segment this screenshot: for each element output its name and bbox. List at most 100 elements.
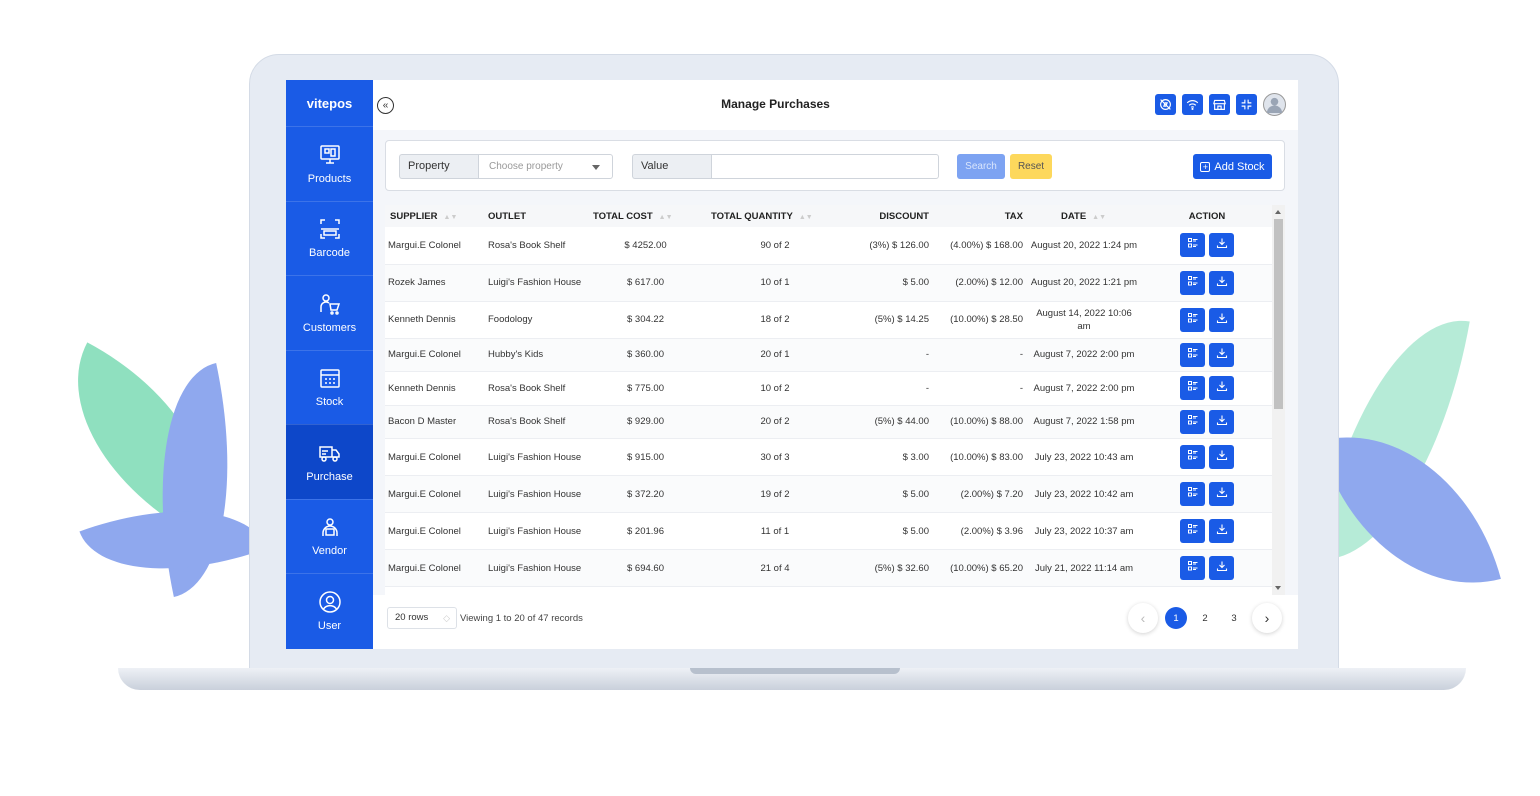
cell-total-cost: $ 617.00 <box>627 277 664 288</box>
download-button[interactable] <box>1209 270 1234 295</box>
rows-per-page-select[interactable]: 20 rows ◇ <box>387 607 457 629</box>
cell-discount: $ 5.00 <box>902 488 929 500</box>
view-details-button[interactable] <box>1180 233 1205 258</box>
cell-supplier: Rozek James <box>388 277 446 288</box>
details-list-icon <box>1187 237 1199 253</box>
cell-action <box>1142 264 1272 301</box>
cell-supplier: Margui.E Colonel <box>388 525 461 537</box>
offline-toggle-button[interactable] <box>1155 94 1176 115</box>
sidebar-item-label: Customers <box>302 321 357 334</box>
cell-total-quantity: 19 of 2 <box>760 488 790 500</box>
user-circle-icon <box>318 590 342 614</box>
view-details-button[interactable] <box>1180 270 1205 295</box>
download-button[interactable] <box>1209 445 1234 469</box>
cell-action <box>1142 372 1272 406</box>
exit-fullscreen-button[interactable] <box>1236 94 1257 115</box>
scroll-up-arrow[interactable] <box>1275 210 1281 214</box>
prev-page-button[interactable]: ‹ <box>1128 603 1158 633</box>
download-button[interactable] <box>1209 376 1234 401</box>
records-summary: Viewing 1 to 20 of 47 records <box>460 613 583 624</box>
view-details-button[interactable] <box>1180 482 1205 506</box>
sidebar-item-stock[interactable]: Stock <box>286 349 373 425</box>
download-button[interactable] <box>1209 519 1234 543</box>
download-button[interactable] <box>1209 482 1234 506</box>
store-icon <box>1213 99 1226 110</box>
view-details-button[interactable] <box>1180 409 1205 434</box>
cell-discount: $ 5.00 <box>902 277 929 288</box>
page-2-button[interactable]: 2 <box>1194 607 1216 629</box>
cell-total-cost: $ 304.22 <box>627 314 664 325</box>
header-total-quantity[interactable]: TOTAL QUANTITY ▲▼ <box>704 205 846 227</box>
user-avatar[interactable] <box>1263 93 1286 116</box>
table-row: Bacon D Master Rosa's Book Shelf $ 929.00 2… <box>385 405 1272 439</box>
details-list-icon <box>1187 275 1199 291</box>
cell-total-cost: $ 4252.00 <box>624 239 667 251</box>
header-outlet: OUTLET <box>485 205 587 227</box>
property-label: Property <box>399 154 479 179</box>
view-details-button[interactable] <box>1180 307 1205 332</box>
download-button[interactable] <box>1209 556 1234 580</box>
view-details-button[interactable] <box>1180 376 1205 401</box>
scroll-thumb[interactable] <box>1274 219 1283 409</box>
caret-down-icon <box>592 165 600 170</box>
view-details-button[interactable] <box>1180 342 1205 367</box>
cell-outlet: Rosa's Book Shelf <box>488 416 566 428</box>
rows-per-page-value: 20 rows <box>395 612 429 623</box>
sidebar-item-user[interactable]: User <box>286 573 373 648</box>
sidebar-item-products[interactable]: Products <box>286 126 373 201</box>
cell-total-cost: $ 775.00 <box>627 382 664 394</box>
table-scrollbar[interactable] <box>1272 205 1285 595</box>
download-button[interactable] <box>1209 307 1234 332</box>
view-details-button[interactable] <box>1180 445 1205 469</box>
cell-date: July 21, 2022 11:14 am <box>1034 562 1134 574</box>
page-1-button[interactable]: 1 <box>1165 607 1187 629</box>
cell-outlet: Luigi's Fashion House <box>488 562 582 574</box>
sidebar-item-customers[interactable]: Customers <box>286 275 373 350</box>
cell-supplier: Margui.E Colonel <box>388 451 461 463</box>
download-button[interactable] <box>1209 409 1234 434</box>
download-button[interactable] <box>1209 233 1234 258</box>
header-supplier[interactable]: SUPPLIER ▲▼ <box>385 205 485 227</box>
value-input[interactable] <box>711 154 939 179</box>
sidebar-item-barcode[interactable]: Barcode <box>286 200 373 276</box>
purchases-table-card: SUPPLIER ▲▼ OUTLET TOTAL COST ▲▼ TOTAL QUA… <box>385 205 1285 595</box>
cell-discount: (3%) $ 126.00 <box>869 239 929 251</box>
cell-date: August 7, 2022 2:00 pm <box>1033 382 1135 394</box>
header-total-cost[interactable]: TOTAL COST ▲▼ <box>587 205 704 227</box>
cell-tax: (10.00%) $ 83.00 <box>950 451 1023 463</box>
page-3-button[interactable]: 3 <box>1223 607 1245 629</box>
add-stock-label: Add Stock <box>1214 160 1265 173</box>
scroll-down-arrow[interactable] <box>1275 586 1281 590</box>
download-button[interactable] <box>1209 342 1234 367</box>
table-header-row: SUPPLIER ▲▼ OUTLET TOTAL COST ▲▼ TOTAL QUA… <box>385 205 1272 227</box>
details-list-icon <box>1187 449 1199 465</box>
sidebar-item-vendor[interactable]: Vendor <box>286 498 373 574</box>
search-button[interactable]: Search <box>957 154 1005 179</box>
property-select[interactable]: Choose property <box>478 154 613 179</box>
truck-icon <box>318 441 342 465</box>
vendor-icon <box>318 515 342 539</box>
download-icon <box>1216 414 1228 430</box>
view-details-button[interactable] <box>1180 519 1205 543</box>
view-details-button[interactable] <box>1180 556 1205 580</box>
reset-button[interactable]: Reset <box>1010 154 1052 179</box>
brand-logo: vitepos <box>306 95 353 111</box>
compress-icon <box>1241 99 1252 110</box>
sidebar-item-label: Stock <box>315 396 344 409</box>
header-date[interactable]: DATE ▲▼ <box>1026 205 1142 227</box>
store-button[interactable] <box>1209 94 1230 115</box>
sidebar-item-label: Purchase <box>306 470 353 483</box>
cell-supplier: Bacon D Master <box>388 416 457 428</box>
next-page-button[interactable]: › <box>1252 603 1282 633</box>
value-label: Value <box>632 154 712 179</box>
wifi-icon <box>1186 100 1199 111</box>
avatar-icon <box>1266 97 1283 114</box>
cell-total-quantity: 20 of 1 <box>760 349 790 361</box>
details-list-icon <box>1187 347 1199 363</box>
add-stock-button[interactable]: + Add Stock <box>1193 154 1272 179</box>
wifi-button[interactable] <box>1182 94 1203 115</box>
cell-discount: (5%) $ 44.00 <box>874 416 929 428</box>
cell-discount: (5%) $ 14.25 <box>874 314 929 325</box>
sidebar-item-purchase[interactable]: Purchase <box>286 424 373 499</box>
cell-tax: (10.00%) $ 28.50 <box>950 314 1023 325</box>
